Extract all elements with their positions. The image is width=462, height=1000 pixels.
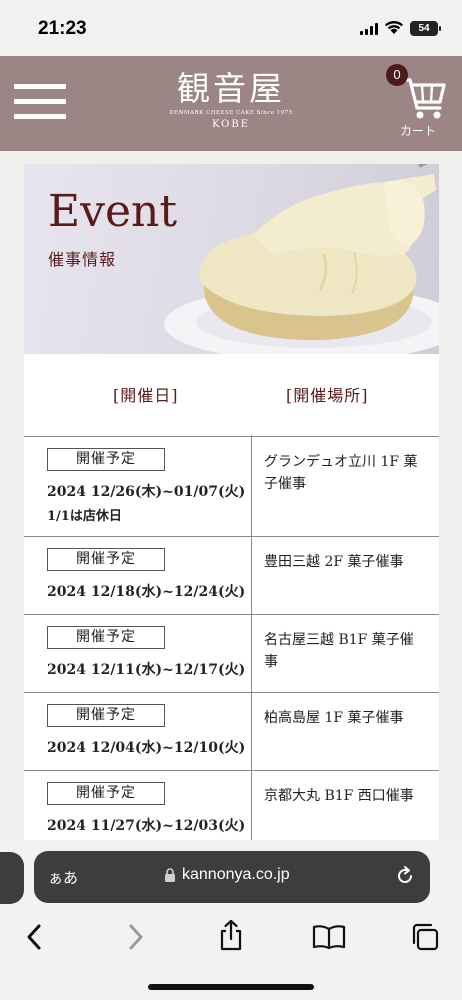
event-note: 1/1は店休日 bbox=[47, 509, 122, 524]
event-date: 2024 12/18(水)~12/24(火) bbox=[47, 584, 246, 600]
bookmarks-icon[interactable] bbox=[312, 924, 346, 950]
status-badge: 開催予定 bbox=[47, 782, 165, 805]
event-place: 京都大丸 B1F 西口催事 bbox=[264, 788, 414, 804]
column-header-place: [開催場所] bbox=[286, 386, 369, 405]
url-display[interactable]: kannonya.co.jp bbox=[164, 866, 290, 884]
tabs-icon[interactable] bbox=[410, 922, 440, 952]
forward-icon[interactable] bbox=[124, 922, 146, 952]
logo-tagline: DENMARK CHEESE CAKE Since 1975 bbox=[169, 110, 293, 116]
status-time: 21:23 bbox=[38, 18, 87, 39]
event-date: 2024 11/27(水)~12/03(火) bbox=[47, 818, 246, 834]
battery-icon: 54 bbox=[410, 21, 441, 36]
event-date: 2024 12/26(木)~01/07(火) bbox=[47, 484, 246, 500]
event-place: 豊田三越 2F 菓子催事 bbox=[264, 554, 404, 570]
column-header-date: [開催日] bbox=[113, 386, 179, 405]
page-title: Event bbox=[48, 186, 178, 237]
home-indicator bbox=[148, 984, 314, 990]
hero-banner: Event 催事情報 bbox=[24, 164, 439, 354]
event-date: 2024 12/04(水)~12/10(火) bbox=[47, 740, 246, 756]
reader-options-button[interactable]: ぁあ bbox=[48, 867, 78, 888]
event-row: 開催予定 2024 12/26(木)~01/07(火) 1/1は店休日 グランデ… bbox=[24, 435, 439, 536]
logo-city: KOBE bbox=[211, 119, 251, 130]
logo-main: 観音屋 bbox=[177, 69, 285, 108]
event-place: 柏高島屋 1F 菓子催事 bbox=[264, 710, 404, 726]
share-icon[interactable] bbox=[217, 918, 245, 952]
status-badge: 開催予定 bbox=[47, 704, 165, 727]
event-list: 開催予定 2024 12/26(木)~01/07(火) 1/1は店休日 グランデ… bbox=[24, 435, 439, 848]
status-badge: 開催予定 bbox=[47, 548, 165, 571]
previous-tab-edge[interactable] bbox=[0, 852, 24, 904]
event-row: 開催予定 2024 12/04(水)~12/10(火) 柏高島屋 1F 菓子催事 bbox=[24, 692, 439, 770]
browser-toolbar bbox=[0, 914, 462, 974]
address-bar[interactable]: ぁあ kannonya.co.jp bbox=[34, 851, 430, 903]
cart-icon bbox=[400, 78, 446, 119]
signal-icon bbox=[360, 23, 378, 35]
event-card: Event 催事情報 [開催日] [開催場所] 開催予定 2024 12/26(… bbox=[24, 164, 439, 864]
event-row: 開催予定 2024 12/11(水)~12/17(火) 名古屋三越 B1F 菓子… bbox=[24, 614, 439, 692]
status-bar: 21:23 54 bbox=[0, 0, 462, 56]
site-logo[interactable]: 観音屋 DENMARK CHEESE CAKE Since 1975 KOBE bbox=[160, 69, 302, 131]
wifi-icon bbox=[385, 20, 403, 34]
event-place: 名古屋三越 B1F 菓子催事 bbox=[264, 632, 414, 670]
reload-icon[interactable] bbox=[394, 865, 416, 887]
url-text: kannonya.co.jp bbox=[182, 866, 290, 883]
hamburger-icon[interactable] bbox=[14, 84, 66, 124]
browser-chrome: ぁあ kannonya.co.jp bbox=[0, 840, 462, 1000]
page-subtitle: 催事情報 bbox=[48, 250, 117, 269]
cart-label: カート bbox=[400, 124, 437, 138]
lock-icon bbox=[165, 867, 175, 882]
cart-button[interactable]: 0 カート bbox=[386, 64, 452, 144]
cart-count-badge: 0 bbox=[386, 64, 408, 86]
event-place: グランデュオ立川 1F 菓子催事 bbox=[264, 454, 418, 492]
back-icon[interactable] bbox=[24, 922, 46, 952]
event-row: 開催予定 2024 11/27(水)~12/03(火) 京都大丸 B1F 西口催… bbox=[24, 770, 439, 848]
status-badge: 開催予定 bbox=[47, 626, 165, 649]
event-date: 2024 12/11(水)~12/17(火) bbox=[47, 662, 246, 678]
status-badge: 開催予定 bbox=[47, 448, 165, 471]
event-row: 開催予定 2024 12/18(水)~12/24(火) 豊田三越 2F 菓子催事 bbox=[24, 536, 439, 614]
site-header: 観音屋 DENMARK CHEESE CAKE Since 1975 KOBE … bbox=[0, 56, 462, 151]
